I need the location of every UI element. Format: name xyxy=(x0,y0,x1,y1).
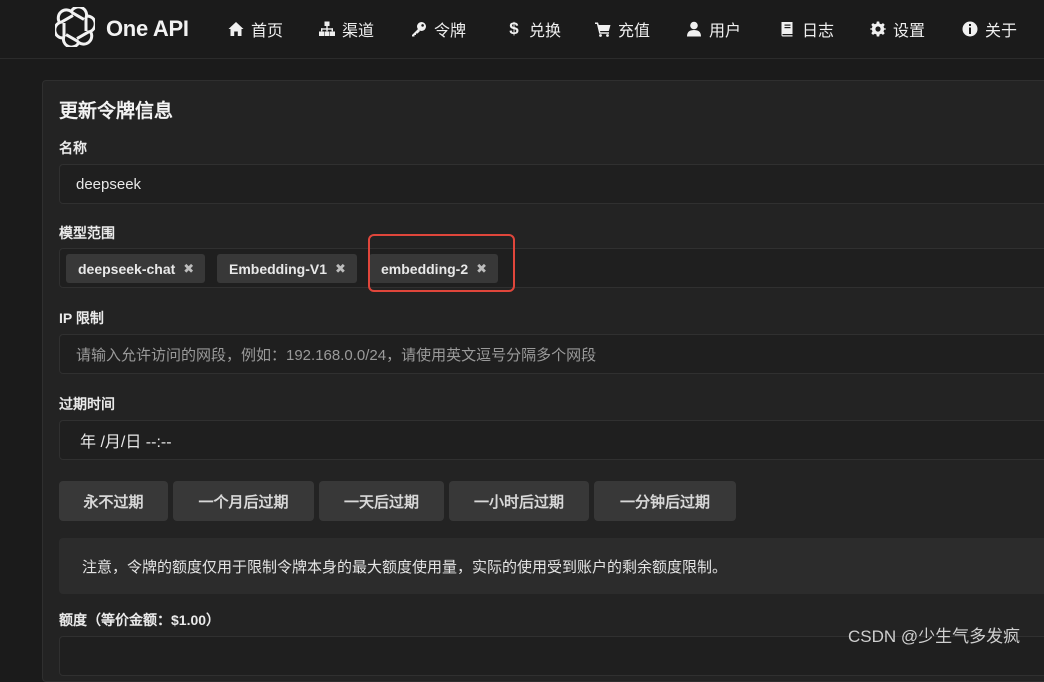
nav-item-redeem[interactable]: $ 兑换 xyxy=(505,18,561,40)
nav-item-users[interactable]: 用户 xyxy=(685,18,741,40)
model-chip: deepseek-chat ✖ xyxy=(66,254,206,283)
sitemap-icon xyxy=(318,20,336,38)
remove-chip-icon[interactable]: ✖ xyxy=(183,261,194,277)
name-label: 名称 xyxy=(59,140,87,156)
top-navigation-bar: One API 首页 渠道 令牌 $ 兑换 充值 用户 日志 设置 关于 xyxy=(0,0,1044,59)
nav-item-tokens[interactable]: 令牌 xyxy=(410,18,466,40)
nav-label: 充值 xyxy=(618,23,651,40)
nav-label: 兑换 xyxy=(529,23,562,40)
page-title: 更新令牌信息 xyxy=(59,101,174,122)
nav-item-logs[interactable]: 日志 xyxy=(778,18,834,40)
model-chip-label: Embedding-V1 xyxy=(229,260,328,277)
expire-time-input[interactable]: 年 /月/日 --:-- xyxy=(59,420,1044,460)
annotation-highlight-box xyxy=(368,234,515,292)
models-label: 模型范围 xyxy=(59,225,115,241)
name-input[interactable]: deepseek xyxy=(59,164,1044,204)
quota-label: 额度（等价金额：$1.00） xyxy=(59,612,221,628)
dollar-icon: $ xyxy=(509,19,519,38)
nav-label: 设置 xyxy=(893,23,926,40)
model-chip: Embedding-V1 ✖ xyxy=(217,254,357,283)
expire-time-label: 过期时间 xyxy=(59,396,115,412)
ip-limit-input[interactable]: 请输入允许访问的网段，例如：192.168.0.0/24，请使用英文逗号分隔多个… xyxy=(59,334,1044,374)
expire-one-hour-button[interactable]: 一小时后过期 xyxy=(449,481,589,521)
quota-notice: 注意，令牌的额度仅用于限制令牌本身的最大额度使用量，实际的使用受到账户的剩余额度… xyxy=(59,538,1044,594)
never-expire-button[interactable]: 永不过期 xyxy=(59,481,168,521)
nav-item-settings[interactable]: 设置 xyxy=(869,18,925,40)
gear-icon xyxy=(869,20,887,38)
home-icon xyxy=(227,20,245,38)
brand[interactable]: One API xyxy=(53,4,189,52)
key-icon xyxy=(410,20,428,38)
remove-chip-icon[interactable]: ✖ xyxy=(335,261,346,277)
info-icon xyxy=(961,20,979,38)
nav-label: 令牌 xyxy=(434,23,467,40)
name-input-value: deepseek xyxy=(76,175,142,193)
model-chip-label: deepseek-chat xyxy=(78,260,176,277)
expire-time-value: 年 /月/日 --:-- xyxy=(80,434,172,451)
nav-label: 首页 xyxy=(251,23,284,40)
nav-label: 渠道 xyxy=(342,23,375,40)
quota-notice-text: 注意，令牌的额度仅用于限制令牌本身的最大额度使用量，实际的使用受到账户的剩余额度… xyxy=(82,558,728,576)
nav-label: 用户 xyxy=(709,23,742,40)
nav-item-channels[interactable]: 渠道 xyxy=(318,18,374,40)
nav-label: 关于 xyxy=(985,23,1018,40)
watermark: CSDN @少生气多发疯 xyxy=(848,627,1021,646)
user-icon xyxy=(685,20,703,38)
nav-item-home[interactable]: 首页 xyxy=(227,18,283,40)
book-icon xyxy=(778,20,796,38)
nav-item-topup[interactable]: 充值 xyxy=(594,18,650,40)
openai-logo-icon xyxy=(53,4,97,52)
ip-limit-label: IP 限制 xyxy=(59,310,104,326)
ip-limit-placeholder: 请输入允许访问的网段，例如：192.168.0.0/24，请使用英文逗号分隔多个… xyxy=(76,346,597,364)
app-name: One API xyxy=(106,16,189,41)
expire-one-month-button[interactable]: 一个月后过期 xyxy=(173,481,314,521)
nav-item-about[interactable]: 关于 xyxy=(961,18,1017,40)
models-multiselect[interactable] xyxy=(59,248,1044,288)
expire-one-minute-button[interactable]: 一分钟后过期 xyxy=(594,481,736,521)
expire-one-day-button[interactable]: 一天后过期 xyxy=(319,481,444,521)
cart-icon xyxy=(594,20,612,38)
nav-label: 日志 xyxy=(802,23,835,40)
